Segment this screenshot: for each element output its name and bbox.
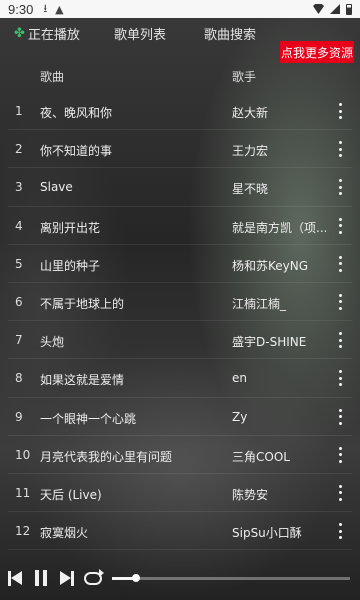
warning-icon: ▲ [55, 2, 64, 16]
song-number: 11 [15, 485, 31, 500]
song-title: Slave [40, 180, 73, 195]
song-artist: Zy [232, 409, 248, 424]
next-button[interactable] [58, 568, 76, 588]
song-artist: 星不晓 [232, 182, 269, 197]
list-header: 歌曲 歌手 [0, 62, 360, 92]
download-icon: ⭳ [43, 1, 48, 15]
song-row[interactable]: 5 山里的种子 杨和苏KeyNG [8, 245, 352, 283]
loop-button[interactable] [82, 568, 104, 588]
song-row[interactable]: 9 一个眼神一个心跳 Zy [8, 398, 352, 436]
more-options-icon[interactable] [334, 141, 346, 158]
loop-icon [84, 568, 104, 585]
song-row[interactable]: 7 头炮 盛宇D-SHINE [8, 321, 352, 360]
tab-song-search[interactable]: 歌曲搜索 [204, 24, 256, 43]
pause-icon [35, 570, 39, 586]
song-artist: en [232, 371, 247, 386]
song-title: 山里的种子 [40, 258, 101, 273]
song-title: 离别开出花 [40, 220, 101, 235]
header-song: 歌曲 [40, 70, 65, 84]
song-number: 9 [15, 409, 23, 424]
clock: 9:30 [8, 1, 34, 17]
song-number: 12 [15, 524, 31, 539]
more-options-icon[interactable] [334, 332, 346, 349]
song-title: 天后 (Live) [40, 487, 102, 502]
song-number: 10 [15, 447, 31, 462]
song-row[interactable]: 11 天后 (Live) 陈势安 [8, 474, 352, 513]
more-options-icon[interactable] [334, 255, 346, 272]
signal-icon [330, 4, 340, 14]
more-resources-button[interactable]: 点我更多资源 [280, 41, 354, 63]
pause-button[interactable] [32, 568, 50, 588]
battery-icon [346, 3, 352, 15]
song-artist: 王力宏 [232, 144, 269, 159]
next-icon [60, 571, 71, 585]
tab-now-playing-label: 正在播放 [27, 28, 80, 43]
tab-playlist-label: 歌单列表 [114, 28, 167, 43]
song-number: 8 [15, 371, 23, 386]
more-options-icon[interactable] [334, 217, 346, 234]
song-row[interactable]: 10 月亮代表我的心里有问题 三角COOL [8, 436, 352, 474]
song-row[interactable]: 12 寂寞烟火 SipSu小口酥 [8, 512, 352, 551]
tab-now-playing[interactable]: ✤ 正在播放 [14, 24, 80, 43]
more-options-icon[interactable] [334, 523, 346, 540]
song-title: 如果这就是爱情 [40, 373, 125, 388]
song-row[interactable]: 3 Slave 星不晓 [8, 168, 352, 207]
song-title: 夜、晚风和你 [40, 106, 113, 120]
song-number: 5 [15, 256, 23, 271]
clover-icon: ✤ [14, 26, 25, 41]
more-options-icon[interactable] [334, 103, 346, 119]
song-artist: 盛宇D-SHINE [232, 335, 307, 350]
song-row[interactable]: 1 夜、晚风和你 赵大新 [8, 92, 352, 131]
more-options-icon[interactable] [334, 446, 346, 463]
progress-bar[interactable] [112, 574, 350, 582]
song-row[interactable]: 8 如果这就是爱情 en [8, 359, 352, 398]
previous-button[interactable] [6, 568, 24, 588]
song-title: 月亮代表我的心里有问题 [40, 449, 173, 464]
song-title: 不属于地球上的 [40, 296, 125, 311]
status-bar: 9:30 ⭳ ▲ [0, 0, 360, 18]
song-row[interactable]: 4 离别开出花 就是南方凯（项... [8, 207, 352, 245]
song-number: 6 [15, 294, 23, 309]
more-options-icon[interactable] [334, 179, 346, 196]
song-artist: 赵大新 [232, 106, 269, 120]
song-artist: 就是南方凯（项... [232, 220, 326, 235]
song-row[interactable]: 6 不属于地球上的 江楠江楠_ [8, 283, 352, 322]
more-options-icon[interactable] [334, 370, 346, 387]
player-bar [0, 562, 360, 594]
song-title: 寂寞烟火 [40, 526, 89, 541]
song-number: 3 [15, 180, 23, 195]
song-title: 头炮 [40, 335, 65, 350]
song-artist: SipSu小口酥 [232, 526, 302, 541]
progress-knob[interactable] [131, 574, 140, 582]
song-artist: 陈势安 [232, 487, 269, 502]
tab-playlist[interactable]: 歌单列表 [114, 24, 166, 43]
song-number: 1 [15, 104, 23, 118]
song-number: 7 [15, 333, 23, 348]
song-artist: 江楠江楠_ [232, 296, 287, 311]
tab-song-search-label: 歌曲搜索 [204, 28, 257, 43]
more-options-icon[interactable] [334, 408, 346, 425]
song-number: 2 [15, 142, 23, 157]
song-title: 一个眼神一个心跳 [40, 411, 137, 426]
song-row[interactable]: 2 你不知道的事 王力宏 [8, 130, 352, 169]
song-artist: 三角COOL [232, 449, 290, 464]
header-artist: 歌手 [232, 70, 257, 84]
song-title: 你不知道的事 [40, 144, 113, 159]
wifi-icon [313, 4, 324, 14]
song-artist: 杨和苏KeyNG [232, 258, 309, 273]
more-options-icon[interactable] [334, 293, 346, 310]
more-options-icon[interactable] [334, 484, 346, 501]
song-number: 4 [15, 218, 23, 233]
song-list: 1 夜、晚风和你 赵大新 2 你不知道的事 王力宏 3 Slave 星不晓 4 离别开出花 就是南方凯… [8, 92, 352, 551]
